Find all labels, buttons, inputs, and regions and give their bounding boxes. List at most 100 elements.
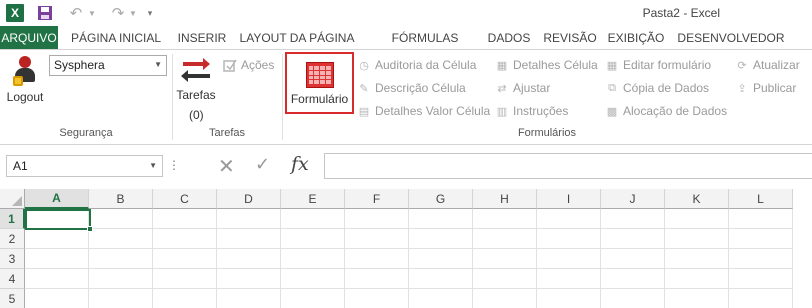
cell[interactable] (665, 269, 729, 289)
cell[interactable] (89, 209, 153, 229)
tab-view[interactable]: EXIBIÇÃO (600, 26, 672, 49)
cell[interactable] (473, 229, 537, 249)
refresh-button[interactable]: ⟳ Atualizar (734, 55, 799, 75)
cell[interactable] (89, 269, 153, 289)
column-header[interactable]: K (665, 189, 729, 209)
cell[interactable] (153, 209, 217, 229)
cell[interactable] (409, 249, 473, 269)
cell[interactable] (409, 269, 473, 289)
logout-button[interactable]: Logout (4, 54, 46, 104)
instructions-button[interactable]: ▥ Instruções (494, 101, 569, 121)
cell[interactable] (601, 209, 665, 229)
cell[interactable] (25, 269, 89, 289)
tab-formulas[interactable]: FÓRMULAS (372, 26, 478, 49)
cell[interactable] (345, 229, 409, 249)
cell[interactable] (217, 289, 281, 308)
data-allocation-button[interactable]: ▩ Alocação de Dados (604, 101, 727, 121)
cell[interactable] (217, 269, 281, 289)
cell[interactable] (601, 289, 665, 308)
cell-value-details-button[interactable]: ▤ Detalhes Valor Célula (356, 101, 490, 121)
tab-data[interactable]: DADOS (478, 26, 540, 49)
cell[interactable] (473, 249, 537, 269)
adjust-button[interactable]: ⇄ Ajustar (494, 78, 550, 98)
cancel-icon[interactable]: ✕ (218, 154, 235, 179)
cell[interactable] (665, 209, 729, 229)
cell[interactable] (345, 289, 409, 308)
cell[interactable] (345, 209, 409, 229)
cell[interactable] (409, 289, 473, 308)
tab-page-layout[interactable]: LAYOUT DA PÁGINA (230, 26, 364, 49)
cell[interactable] (665, 229, 729, 249)
actions-button[interactable]: Ações (222, 55, 274, 75)
row-header[interactable]: 1 (0, 209, 25, 229)
cell-description-button[interactable]: ✎ Descrição Célula (356, 78, 465, 98)
cell[interactable] (153, 249, 217, 269)
tab-file[interactable]: ARQUIVO (0, 26, 58, 49)
cell[interactable] (729, 289, 793, 308)
form-button[interactable]: Formulário (285, 52, 354, 114)
column-header[interactable]: H (473, 189, 537, 209)
cell[interactable] (729, 249, 793, 269)
fill-handle[interactable] (87, 226, 93, 232)
cell[interactable] (537, 289, 601, 308)
tab-insert[interactable]: INSERIR (174, 26, 230, 49)
cell[interactable] (537, 249, 601, 269)
cell[interactable] (729, 269, 793, 289)
select-all-button[interactable] (0, 189, 25, 209)
copy-data-button[interactable]: ⧉ Cópia de Dados (604, 78, 709, 98)
cell[interactable] (25, 289, 89, 308)
cell[interactable] (345, 269, 409, 289)
cell[interactable] (153, 289, 217, 308)
name-box[interactable]: A1 ▼ (6, 155, 163, 177)
cell[interactable] (89, 229, 153, 249)
cell[interactable] (537, 209, 601, 229)
formula-input[interactable] (324, 153, 812, 179)
cell[interactable] (409, 229, 473, 249)
cell[interactable] (89, 289, 153, 308)
row-header[interactable]: 4 (0, 269, 25, 289)
cell[interactable] (217, 249, 281, 269)
cell[interactable] (473, 209, 537, 229)
enter-icon[interactable]: ✓ (255, 154, 270, 175)
cell[interactable] (665, 289, 729, 308)
cell[interactable] (665, 249, 729, 269)
cell[interactable] (729, 229, 793, 249)
column-header[interactable]: D (217, 189, 281, 209)
cell-details-button[interactable]: ▦ Detalhes Célula (494, 55, 598, 75)
cell[interactable] (409, 209, 473, 229)
tab-developer[interactable]: DESENVOLVEDOR (672, 26, 790, 49)
cell[interactable] (25, 249, 89, 269)
row-header[interactable]: 3 (0, 249, 25, 269)
cell[interactable] (537, 229, 601, 249)
profile-select[interactable]: Sysphera ▼ (49, 55, 167, 76)
column-header[interactable]: F (345, 189, 409, 209)
cell[interactable] (281, 229, 345, 249)
column-header[interactable]: C (153, 189, 217, 209)
tasks-button[interactable]: Tarefas (175, 54, 217, 102)
cell[interactable] (473, 269, 537, 289)
cell[interactable] (153, 229, 217, 249)
row-header[interactable]: 2 (0, 229, 25, 249)
cell[interactable] (281, 269, 345, 289)
cell[interactable] (217, 229, 281, 249)
active-cell-indicator[interactable] (25, 209, 93, 232)
cell[interactable] (345, 249, 409, 269)
cell[interactable] (601, 249, 665, 269)
cell[interactable] (729, 209, 793, 229)
tab-home[interactable]: PÁGINA INICIAL (58, 26, 174, 49)
cell[interactable] (217, 209, 281, 229)
edit-form-button[interactable]: ▦ Editar formulário (604, 55, 711, 75)
column-header[interactable]: E (281, 189, 345, 209)
column-header[interactable]: B (89, 189, 153, 209)
cell[interactable] (89, 249, 153, 269)
column-header[interactable]: I (537, 189, 601, 209)
cell[interactable] (25, 229, 89, 249)
cell[interactable] (281, 249, 345, 269)
cell[interactable] (153, 269, 217, 289)
cell[interactable] (601, 229, 665, 249)
cell[interactable] (473, 289, 537, 308)
publish-button[interactable]: ⇪ Publicar (734, 78, 796, 98)
resize-handle-icon[interactable]: ⋮ (168, 158, 180, 172)
cell-audit-button[interactable]: ◷ Auditoria da Célula (356, 55, 476, 75)
column-header[interactable]: J (601, 189, 665, 209)
